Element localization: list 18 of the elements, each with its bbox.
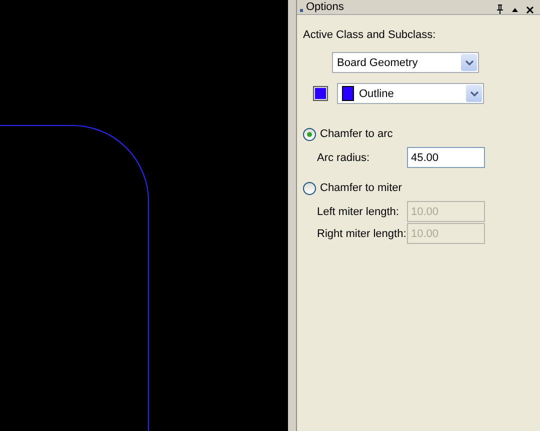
close-icon[interactable] bbox=[526, 6, 534, 14]
panel-title: Options bbox=[306, 1, 344, 14]
color-button[interactable] bbox=[313, 86, 328, 101]
subclass-dropdown[interactable]: Outline bbox=[337, 83, 484, 104]
chevron-icon bbox=[470, 90, 478, 96]
radio-button[interactable] bbox=[303, 182, 316, 194]
class-dropdown[interactable]: Board Geometry bbox=[332, 52, 479, 73]
class-label: Active Class and Subclass: bbox=[303, 28, 437, 42]
radio-label[interactable]: Chamfer to arc bbox=[320, 128, 393, 140]
input-field[interactable]: 45.00 bbox=[407, 147, 485, 168]
radio-label[interactable]: Chamfer to miter bbox=[320, 182, 402, 194]
collapse-icon[interactable] bbox=[511, 6, 519, 14]
field-label: Left miter length: bbox=[317, 206, 400, 218]
field-label: Arc radius: bbox=[317, 152, 371, 164]
radio-button[interactable] bbox=[303, 128, 316, 140]
chevron-icon bbox=[464, 60, 474, 66]
pin-icon[interactable] bbox=[496, 4, 504, 14]
field-label: Right miter length: bbox=[317, 228, 407, 240]
